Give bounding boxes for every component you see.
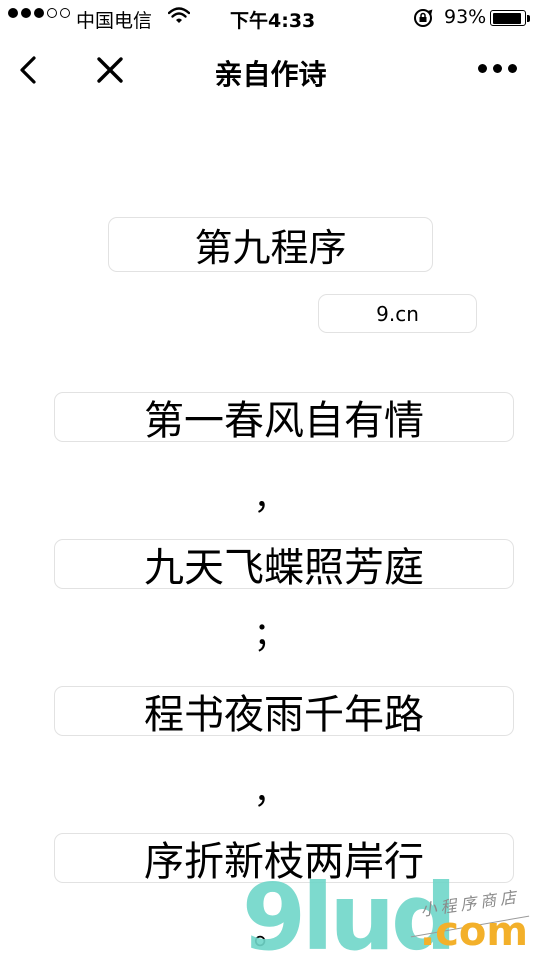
poem-line-text: 第一春风自有情 [144,398,424,444]
poem-punct-1: ， [253,478,288,518]
page-title: 亲自作诗 [214,58,327,91]
more-options-button[interactable] [478,64,517,73]
battery-tip [527,15,530,22]
poem-site-box: 9.cn [318,294,477,333]
wifi-icon [167,6,191,31]
poem-line-1: 第一春风自有情 [54,392,514,444]
rotation-lock-icon [412,7,434,34]
battery-percentage: 93% [444,6,487,28]
more-dot-icon [478,64,487,73]
watermark-domain: .com [420,909,529,955]
more-dot-icon [508,64,517,73]
poem-line-2: 九天飞蝶照芳庭 [54,539,514,591]
nav-bar: 亲自作诗 [0,36,541,106]
more-dot-icon [493,64,502,73]
poem-line-3: 程书夜雨千年路 [54,686,514,738]
poem-punct-2: ； [253,615,288,655]
poem-punct-3: ， [253,772,288,812]
signal-strength-icon [8,8,70,18]
poem-line-text: 九天飞蝶照芳庭 [144,545,424,591]
poem-title-box: 第九程序 [108,217,433,272]
carrier-name: 中国电信 [76,10,153,32]
status-time: 下午4:33 [230,10,316,32]
battery-icon [490,10,526,26]
status-bar: 中国电信 下午4:33 93% [0,0,541,36]
poem-site: 9.cn [376,301,419,326]
poem-line-text: 程书夜雨千年路 [144,692,424,738]
poem-title: 第九程序 [194,226,347,270]
